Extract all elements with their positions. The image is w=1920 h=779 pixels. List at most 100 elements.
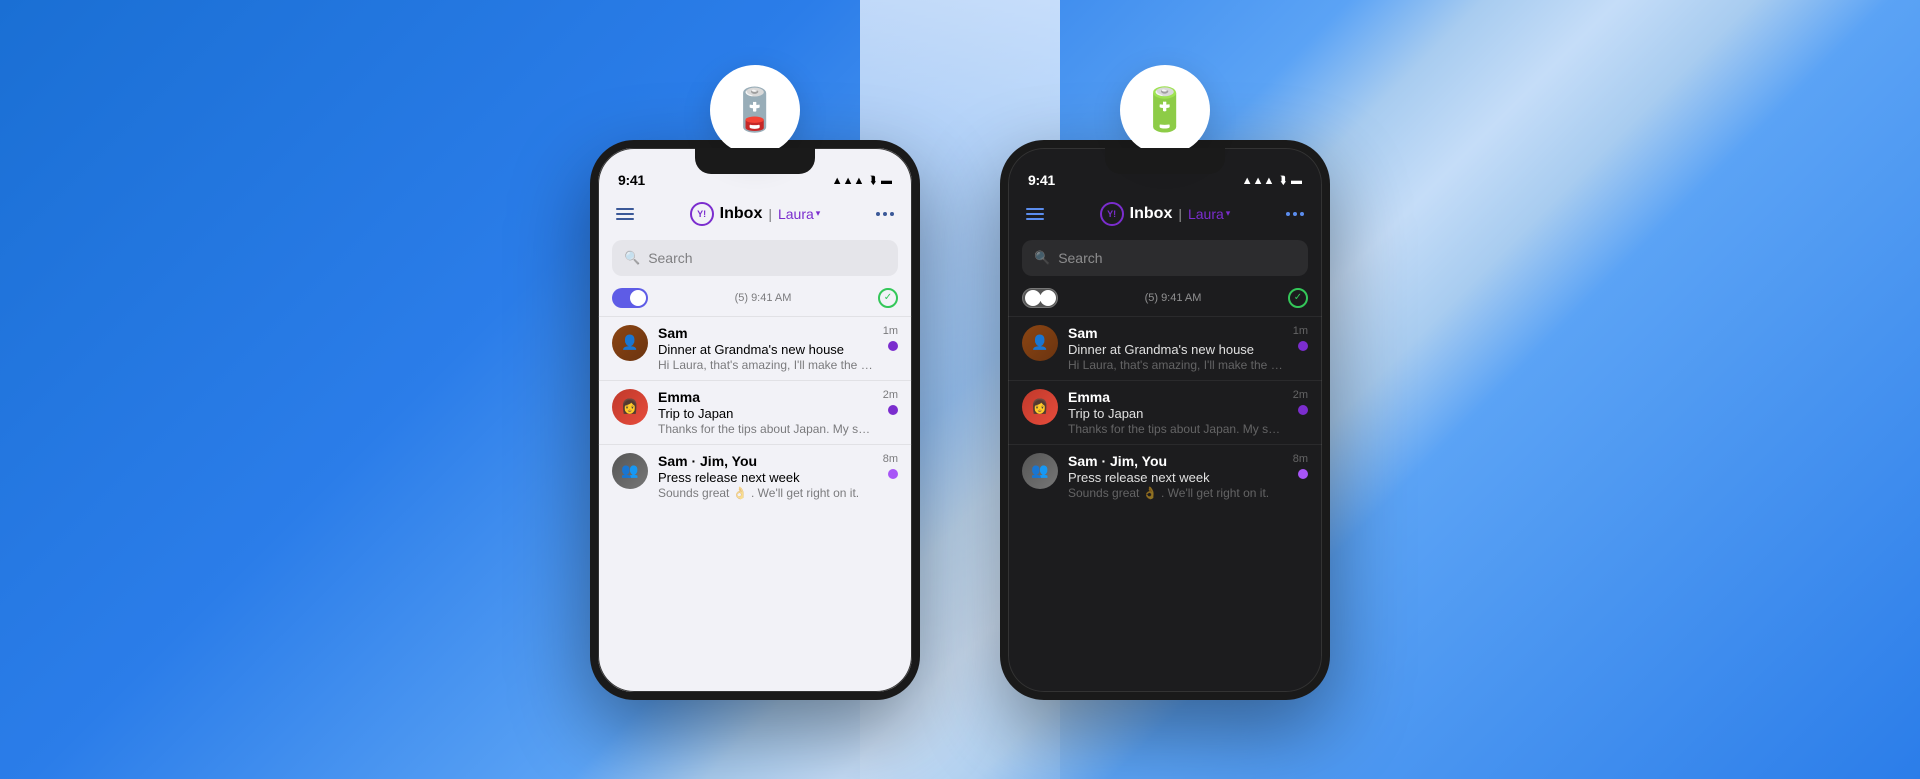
battery-icon-right: 🔋 bbox=[1139, 89, 1191, 131]
nav-title-right: Y! Inbox | Laura ▾ bbox=[1100, 202, 1231, 226]
battery-icon-status-left: ▬ bbox=[881, 175, 892, 187]
hamburger-menu-left[interactable] bbox=[616, 208, 634, 220]
side-btn-vol-down bbox=[590, 328, 592, 378]
chevron-down-icon-right: ▾ bbox=[1226, 208, 1231, 219]
dot1r bbox=[1286, 212, 1290, 216]
search-placeholder-right: Search bbox=[1058, 250, 1102, 266]
phone-left-wrapper: 🪫 9:41 ▲▲▲ ⮯ ▬ bbox=[590, 80, 920, 700]
nav-bar-left: Y! Inbox | Laura ▾ bbox=[598, 192, 912, 236]
search-icon-right: 🔍 bbox=[1034, 250, 1050, 266]
toggle-row-right: (5) 9:41 AM ✓ bbox=[1008, 284, 1322, 312]
email-sender-2-right: Emma bbox=[1068, 389, 1283, 405]
status-time-right: 9:41 bbox=[1028, 172, 1055, 188]
status-icons-left: ▲▲▲ ⮯ ▬ bbox=[832, 175, 892, 188]
inbox-label-right: Inbox bbox=[1130, 205, 1173, 223]
email-item-3-left[interactable]: 👥 Sam · Jim, You Press release next week… bbox=[598, 444, 912, 508]
side-btn-vol-down-right bbox=[1000, 328, 1002, 378]
yahoo-y: Y! bbox=[697, 209, 706, 219]
hamburger-line bbox=[616, 208, 634, 210]
hamburger-menu-right[interactable] bbox=[1026, 208, 1044, 220]
email-subject-2-right: Trip to Japan bbox=[1068, 406, 1283, 421]
inbox-label-left: Inbox bbox=[720, 205, 763, 223]
hamburger-line bbox=[616, 213, 634, 215]
email-meta-3-right: 8m bbox=[1293, 453, 1308, 479]
wifi-icon-right: ⮯ bbox=[1279, 175, 1286, 188]
more-menu-right[interactable] bbox=[1286, 212, 1304, 216]
email-time-2-left: 2m bbox=[883, 389, 898, 401]
email-preview-1-right: Hi Laura, that's amazing, I'll make the … bbox=[1068, 358, 1283, 372]
unread-dot-3-left bbox=[888, 469, 898, 479]
dot3r bbox=[1300, 212, 1304, 216]
avatar-sam-left: 👤 bbox=[612, 325, 648, 361]
unread-dot-2-left bbox=[888, 405, 898, 415]
avatar-face-sam: 👤 bbox=[621, 334, 638, 351]
chevron-down-icon-left: ▾ bbox=[816, 208, 821, 219]
phone-frame-right: 9:41 ▲▲▲ ⮯ ▬ bbox=[1000, 140, 1330, 700]
signal-icon-right: ▲▲▲ bbox=[1242, 175, 1275, 187]
email-preview-2-left: Thanks for the tips about Japan. My sist… bbox=[658, 422, 873, 436]
email-preview-1-left: Hi Laura, that's amazing, I'll make the … bbox=[658, 358, 873, 372]
check-icon-left: ✓ bbox=[878, 288, 898, 308]
check-icon-right: ✓ bbox=[1288, 288, 1308, 308]
phone-content-right: Y! Inbox | Laura ▾ bbox=[1008, 192, 1322, 692]
search-bar-left[interactable]: 🔍 Search bbox=[612, 240, 898, 276]
email-item-1-left[interactable]: 👤 Sam Dinner at Grandma's new house Hi L… bbox=[598, 316, 912, 380]
side-btn-vol-up-right bbox=[1000, 268, 1002, 318]
email-body-2-right: Emma Trip to Japan Thanks for the tips a… bbox=[1068, 389, 1283, 436]
toggle-switch-right[interactable] bbox=[1022, 288, 1058, 308]
email-meta-2-right: 2m bbox=[1293, 389, 1308, 415]
avatar-emma-right: 👩 bbox=[1022, 389, 1058, 425]
search-placeholder-left: Search bbox=[648, 250, 692, 266]
side-btn-mute-right bbox=[1000, 228, 1002, 258]
email-item-2-right[interactable]: 👩 Emma Trip to Japan Thanks for the tips… bbox=[1008, 380, 1322, 444]
email-body-1-right: Sam Dinner at Grandma's new house Hi Lau… bbox=[1068, 325, 1283, 372]
email-item-2-left[interactable]: 👩 Emma Trip to Japan Thanks for the tips… bbox=[598, 380, 912, 444]
email-subject-1-right: Dinner at Grandma's new house bbox=[1068, 342, 1283, 357]
search-bar-right[interactable]: 🔍 Search bbox=[1022, 240, 1308, 276]
battery-icon-left: 🪫 bbox=[729, 89, 781, 131]
side-btn-power-right bbox=[1328, 278, 1330, 348]
status-icons-right: ▲▲▲ ⮯ ▬ bbox=[1242, 175, 1302, 188]
email-item-3-right[interactable]: 👥 Sam · Jim, You Press release next week… bbox=[1008, 444, 1322, 508]
user-label-right[interactable]: Laura ▾ bbox=[1188, 206, 1230, 222]
side-btn-power bbox=[918, 278, 920, 348]
phone-frame-left: 9:41 ▲▲▲ ⮯ ▬ bbox=[590, 140, 920, 700]
side-btn-mute bbox=[590, 228, 592, 258]
email-item-1-right[interactable]: 👤 Sam Dinner at Grandma's new house Hi L… bbox=[1008, 316, 1322, 380]
toggle-info-right: (5) 9:41 AM bbox=[1058, 292, 1288, 304]
phone-right-wrapper: 🔋 9:41 ▲▲▲ ⮯ ▬ bbox=[1000, 80, 1330, 700]
email-list-left: 👤 Sam Dinner at Grandma's new house Hi L… bbox=[598, 316, 912, 692]
pipe-sep-left: | bbox=[768, 206, 772, 222]
notch-right bbox=[1105, 148, 1225, 174]
email-sender-1-right: Sam bbox=[1068, 325, 1283, 341]
hamburger-line-r3 bbox=[1026, 218, 1044, 220]
email-list-right: 👤 Sam Dinner at Grandma's new house Hi L… bbox=[1008, 316, 1322, 692]
nav-title-left: Y! Inbox | Laura ▾ bbox=[690, 202, 821, 226]
email-meta-3-left: 8m bbox=[883, 453, 898, 479]
search-icon-left: 🔍 bbox=[624, 250, 640, 266]
toggle-info-left: (5) 9:41 AM bbox=[648, 292, 878, 304]
email-preview-2-right: Thanks for the tips about Japan. My sist… bbox=[1068, 422, 1283, 436]
toggle-row-left: (5) 9:41 AM ✓ bbox=[598, 284, 912, 312]
email-time-2-right: 2m bbox=[1293, 389, 1308, 401]
hamburger-line bbox=[616, 218, 634, 220]
avatar-emma-left: 👩 bbox=[612, 389, 648, 425]
status-time-left: 9:41 bbox=[618, 172, 645, 188]
email-sender-3-right: Sam · Jim, You bbox=[1068, 453, 1283, 469]
avatar-face-group: 👥 bbox=[621, 462, 638, 479]
dot3 bbox=[890, 212, 894, 216]
more-menu-left[interactable] bbox=[876, 212, 894, 216]
avatar-face-emma: 👩 bbox=[621, 398, 638, 415]
email-body-3-left: Sam · Jim, You Press release next week S… bbox=[658, 453, 873, 500]
email-subject-2-left: Trip to Japan bbox=[658, 406, 873, 421]
battery-circle-right: 🔋 bbox=[1120, 65, 1210, 155]
battery-icon-status-right: ▬ bbox=[1291, 175, 1302, 187]
email-subject-1-left: Dinner at Grandma's new house bbox=[658, 342, 873, 357]
yahoo-logo-left: Y! bbox=[690, 202, 714, 226]
email-body-3-right: Sam · Jim, You Press release next week S… bbox=[1068, 453, 1283, 500]
unread-dot-1-right bbox=[1298, 341, 1308, 351]
toggle-switch-left[interactable] bbox=[612, 288, 648, 308]
user-label-left[interactable]: Laura ▾ bbox=[778, 206, 820, 222]
phone-content-left: Y! Inbox | Laura ▾ bbox=[598, 192, 912, 692]
avatar-face-sam-r: 👤 bbox=[1031, 334, 1048, 351]
